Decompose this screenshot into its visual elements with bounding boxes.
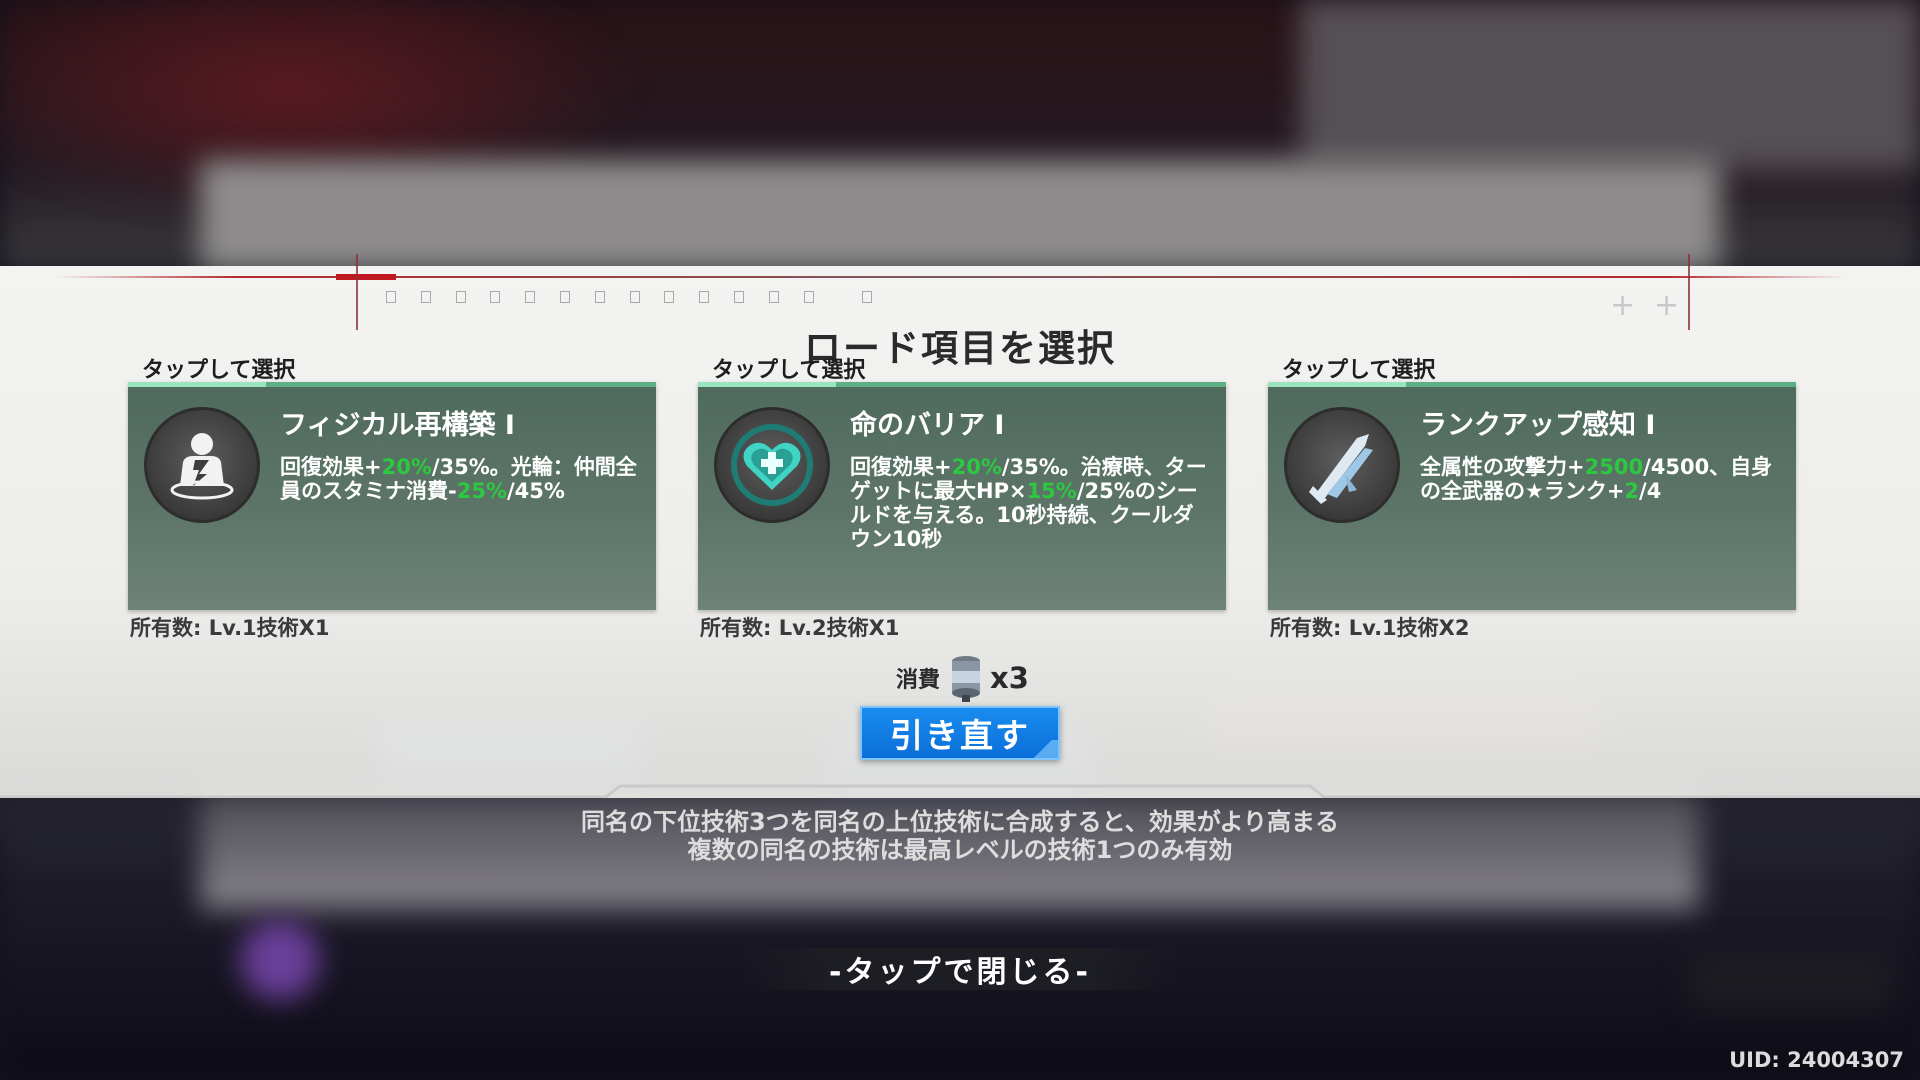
- uid-label: UID: 24004307: [1729, 1048, 1904, 1072]
- panel-divider: [0, 784, 1920, 798]
- skill-title: フィジカル再構築 I: [280, 410, 515, 441]
- decor-squares: [386, 291, 897, 303]
- skill-description: 回復効果+20%/35%。光輪：仲間全員のスタミナ消費-25%/45%: [280, 455, 637, 503]
- tap-to-select-label: タップして選択: [1282, 358, 1436, 383]
- tap-to-close-hint[interactable]: -タップで閉じる-: [740, 948, 1180, 990]
- skill-title: ランクアップ感知 I: [1420, 410, 1656, 441]
- physical-figure-icon: [144, 407, 260, 523]
- skill-card[interactable]: フィジカル再構築 I 回復効果+20%/35%。光輪：仲間全員のスタミナ消費-2…: [128, 382, 656, 610]
- skill-description: 全属性の攻撃力+2500/4500、自身の全武器の★ランク+2/4: [1420, 455, 1773, 503]
- reroll-button-label: 引き直す: [890, 716, 1030, 755]
- skill-title: 命のバリア I: [850, 410, 1005, 441]
- owned-count: 所有数: Lv.1技術X1: [130, 616, 330, 640]
- consume-cost: 消費 x3: [896, 652, 1029, 704]
- consume-label: 消費: [896, 668, 941, 693]
- skill-description: 回復効果+20%/35%。治療時、ターゲットに最大HP×15%/25%のシールド…: [850, 455, 1207, 551]
- owned-count: 所有数: Lv.2技術X1: [700, 616, 900, 640]
- heart-shield-icon: [714, 407, 830, 523]
- tap-to-select-label: タップして選択: [712, 358, 866, 383]
- decor-line: [56, 276, 1846, 278]
- blades-icon: [1284, 407, 1400, 523]
- info-text-line-1: 同名の下位技術3つを同名の上位技術に合成すると、効果がより高まる: [580, 808, 1340, 836]
- info-text-line-2: 複数の同名の技術は最高レベルの技術1つのみ有効: [687, 836, 1233, 864]
- reroll-canister-icon: [952, 656, 981, 702]
- tap-to-select-label: タップして選択: [142, 358, 296, 383]
- reroll-button[interactable]: 引き直す: [860, 706, 1060, 760]
- owned-count: 所有数: Lv.1技術X2: [1270, 616, 1470, 640]
- consume-count: x3: [990, 661, 1029, 695]
- skill-card[interactable]: ランクアップ感知 I 全属性の攻撃力+2500/4500、自身の全武器の★ランク…: [1268, 382, 1796, 610]
- skill-card[interactable]: 命のバリア I 回復効果+20%/35%。治療時、ターゲットに最大HP×15%/…: [698, 382, 1226, 610]
- decor-red-marker: [336, 274, 396, 280]
